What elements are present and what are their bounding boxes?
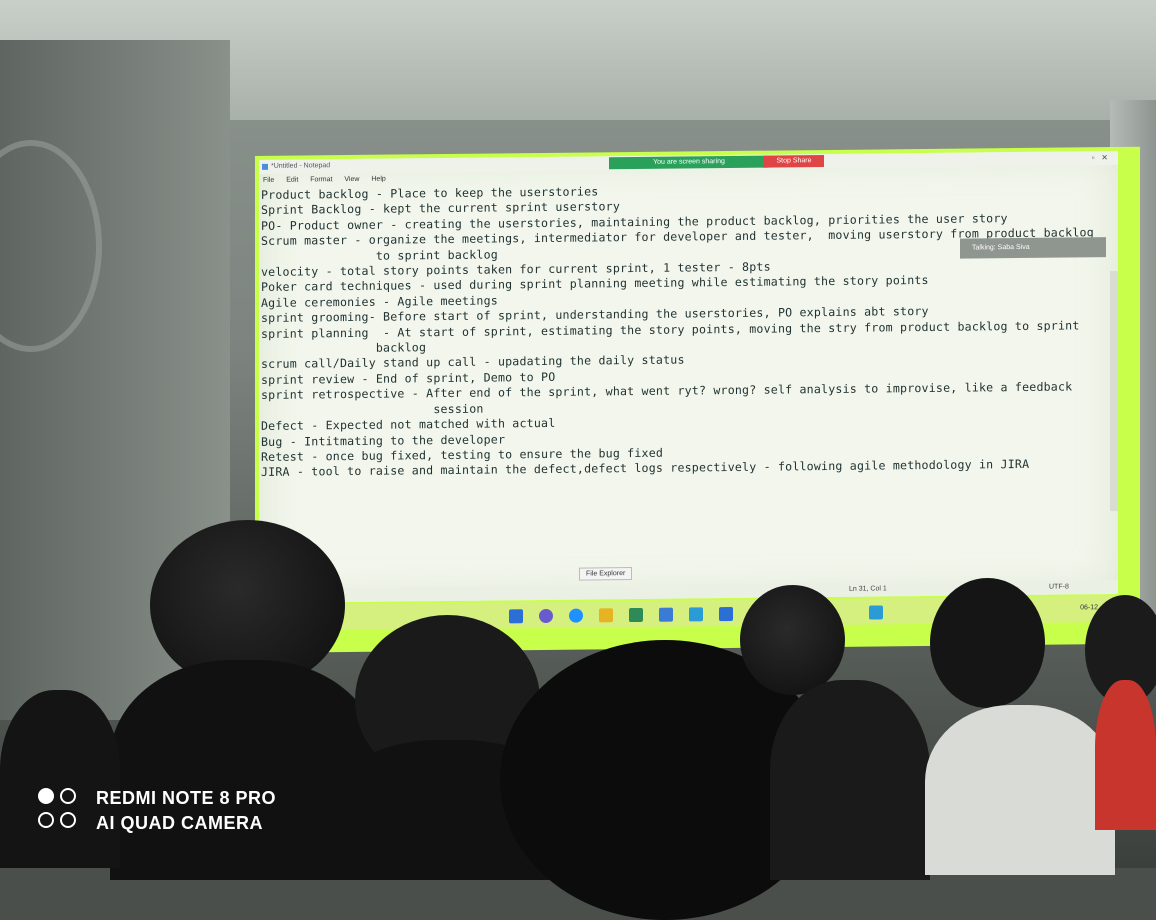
- watermark-line-1: REDMI NOTE 8 PRO: [96, 788, 277, 808]
- audience-body: [0, 690, 120, 868]
- camera-logo-icon: [38, 788, 80, 832]
- audience-body: [925, 705, 1115, 875]
- audience-silhouettes: [0, 0, 1156, 920]
- audience-body: [770, 680, 930, 880]
- audience-head: [930, 578, 1045, 708]
- watermark-line-2: AI QUAD CAMERA: [96, 813, 263, 833]
- watermark-text: REDMI NOTE 8 PRO AI QUAD CAMERA: [96, 786, 276, 836]
- audience-head: [740, 585, 845, 695]
- audience-body: [1095, 680, 1156, 830]
